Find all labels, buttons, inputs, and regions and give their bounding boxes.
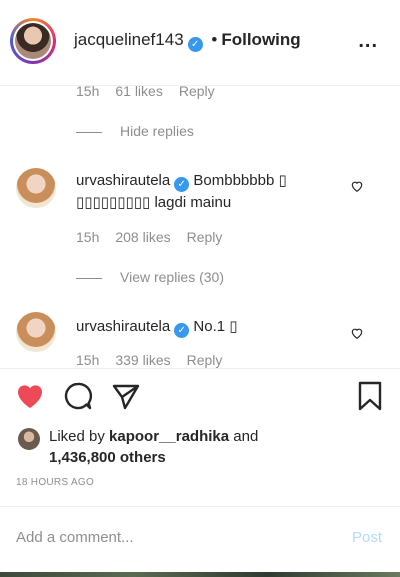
verified-badge-icon: ✓ [187,37,203,52]
comment-input[interactable]: Add a comment... [16,529,134,546]
comment-icon[interactable] [62,380,94,412]
comment-like-heart-icon[interactable] [350,179,364,193]
next-post-preview [0,572,400,577]
author-username[interactable]: jacquelinef143 [74,30,184,49]
section-divider [0,368,400,369]
heart-filled-icon[interactable] [14,380,46,412]
post-actions [0,380,400,420]
replies-dash [76,277,102,279]
likes-and: and [233,428,259,445]
likes-text: Liked by kapoor__radhika and 1,436,800 o… [49,426,258,468]
more-options-icon[interactable]: ... [358,30,378,53]
comment-time: 15h [76,352,100,368]
commenter-avatar[interactable] [16,312,56,352]
comment-like-heart-icon[interactable] [350,326,364,340]
comment-likes[interactable]: 339 likes [115,352,170,368]
comment-body: urvashirautela ✓ Bombbbbbb ▯ ▯▯▯▯▯▯▯▯▯ la… [76,170,336,214]
comment-meta: 15h 208 likes Reply [76,229,238,245]
commenter-avatar[interactable] [16,168,56,208]
reply-button[interactable]: Reply [187,229,223,245]
comment-username[interactable]: urvashirautela [76,172,170,189]
liker-username[interactable]: kapoor__radhika [109,428,229,445]
comment-time: 15h [76,86,100,99]
comment-likes[interactable]: 61 likes [115,86,162,99]
hide-replies-button[interactable]: Hide replies [76,123,194,139]
liker-avatar[interactable] [18,428,40,450]
view-replies-button[interactable]: View replies (30) [76,269,224,285]
post-timestamp[interactable]: 18 HOURS AGO [16,477,94,488]
post-button[interactable]: Post [352,529,382,546]
bookmark-icon[interactable] [354,380,386,412]
reply-button[interactable]: Reply [187,352,223,368]
reply-button[interactable]: Reply [179,86,215,99]
comment-username[interactable]: urvashirautela [76,318,170,335]
comment-text: No.1 ▯ [193,318,238,335]
following-button[interactable]: Following [221,30,300,49]
send-icon[interactable] [110,380,142,412]
author-avatar[interactable] [10,18,56,64]
likes-summary: Liked by kapoor__radhika and 1,436,800 o… [18,424,398,470]
author-info: jacquelinef143 ✓ • Following [74,30,301,52]
verified-badge-icon: ✓ [174,323,190,338]
replies-dash [76,131,102,133]
likes-others-count[interactable]: 1,436,800 others [49,449,166,466]
separator-dot: • [211,30,218,49]
comment-time: 15h [76,229,100,245]
comment-meta: 15h 61 likes Reply [76,86,231,99]
liked-by-prefix: Liked by [49,428,105,445]
add-comment-bar: Add a comment... Post [0,506,400,572]
comments-section: 15h 61 likes Reply Hide replies urvashirau… [0,86,400,368]
comment-meta: 15h 339 likes Reply [76,352,238,368]
comment-likes[interactable]: 208 likes [115,229,170,245]
comment-body: urvashirautela ✓ No.1 ▯ [76,316,336,338]
post-header: jacquelinef143 ✓ • Following ... [0,0,400,86]
verified-badge-icon: ✓ [174,177,190,192]
